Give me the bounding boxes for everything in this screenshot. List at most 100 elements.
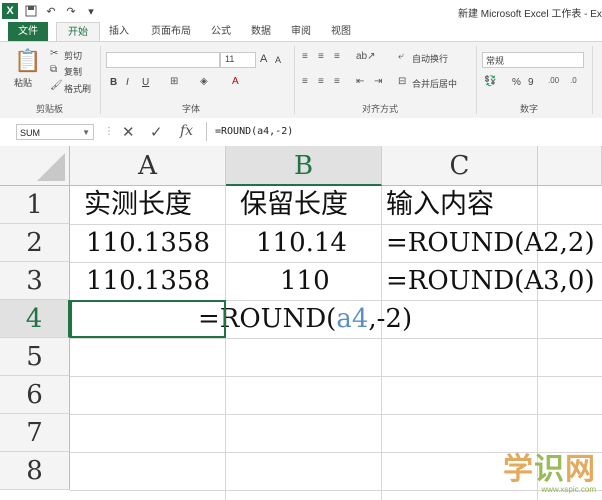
tab-insert[interactable]: 插入 bbox=[104, 22, 134, 41]
align-bottom-icon[interactable]: ≡ bbox=[334, 51, 340, 62]
cell-a1[interactable]: 实测长度 bbox=[84, 186, 192, 224]
more-icon: ⋮ bbox=[104, 126, 114, 137]
align-center-icon[interactable]: ≡ bbox=[318, 76, 324, 87]
cell-b2[interactable]: 110.14 bbox=[256, 224, 347, 262]
cut-icon[interactable]: ✂ bbox=[50, 48, 58, 59]
underline-button[interactable]: U bbox=[142, 77, 149, 88]
redo-icon[interactable]: ↷ bbox=[64, 4, 78, 18]
align-right-icon[interactable]: ≡ bbox=[334, 76, 340, 87]
enter-check-icon[interactable]: ✓ bbox=[150, 123, 163, 141]
fill-color-icon[interactable]: ◈ bbox=[200, 76, 208, 87]
merge-center-icon[interactable]: ⊟ bbox=[398, 76, 406, 87]
column-header-d[interactable] bbox=[538, 146, 602, 186]
paste-button[interactable]: 粘贴 bbox=[14, 76, 32, 89]
row-header-3[interactable]: 3 bbox=[0, 262, 70, 300]
format-painter-icon[interactable]: 🖌 bbox=[50, 80, 63, 91]
group-divider bbox=[592, 46, 593, 114]
gridline bbox=[70, 338, 602, 339]
number-format-select[interactable]: 常规 bbox=[482, 52, 584, 68]
column-header-c[interactable]: C bbox=[382, 146, 538, 186]
tab-view[interactable]: 视图 bbox=[326, 22, 356, 41]
insert-function-icon[interactable]: fx bbox=[180, 123, 193, 139]
percent-button[interactable]: % bbox=[512, 77, 521, 88]
formula-input[interactable]: =ROUND(a4,-2) bbox=[206, 122, 602, 141]
increase-indent-icon[interactable]: ⇥ bbox=[374, 76, 382, 87]
tab-formulas[interactable]: 公式 bbox=[206, 22, 236, 41]
increase-decimal-icon[interactable]: .00 bbox=[548, 76, 559, 85]
row-header-8[interactable]: 8 bbox=[0, 452, 70, 490]
copy-button[interactable]: 复制 bbox=[64, 65, 82, 78]
name-box[interactable]: SUM ▼ bbox=[16, 124, 94, 140]
cell-c1[interactable]: 输入内容 bbox=[386, 186, 494, 224]
merge-center-button[interactable]: 合并后居中 bbox=[412, 77, 457, 90]
tab-data[interactable]: 数据 bbox=[246, 22, 276, 41]
formula-suffix: ,-2) bbox=[368, 304, 413, 334]
tab-review[interactable]: 审阅 bbox=[286, 22, 316, 41]
align-top-icon[interactable]: ≡ bbox=[302, 51, 308, 62]
font-size-value: 11 bbox=[225, 54, 235, 64]
formula-bar: SUM ▼ ⋮ ✕ ✓ fx =ROUND(a4,-2) bbox=[0, 118, 602, 147]
name-box-value: SUM bbox=[20, 128, 40, 138]
ribbon: 📋 粘贴 ✂ 剪切 ⧉ 复制 🖌 格式刷 剪贴板 11 A A B I U ⊞ … bbox=[0, 41, 602, 120]
align-middle-icon[interactable]: ≡ bbox=[318, 51, 324, 62]
cell-a2[interactable]: 110.1358 bbox=[86, 224, 210, 262]
row-header-4[interactable]: 4 bbox=[0, 300, 70, 338]
shrink-font-button[interactable]: A bbox=[275, 55, 281, 65]
watermark-url: www.xspic.com bbox=[541, 485, 596, 494]
currency-icon[interactable]: 💱 bbox=[484, 76, 496, 87]
window-title: 新建 Microsoft Excel 工作表 - Exc bbox=[458, 9, 602, 20]
ribbon-tabs: 文件 开始 插入 页面布局 公式 数据 审阅 视图 bbox=[0, 22, 602, 41]
cell-a4-editor[interactable]: =ROUND(a4,-2) bbox=[198, 300, 412, 338]
quick-access-toolbar: X ↶ ↷ ▾ bbox=[2, 3, 98, 19]
column-header-a[interactable]: A bbox=[70, 146, 226, 186]
row-header-1[interactable]: 1 bbox=[0, 186, 70, 224]
font-name-select[interactable] bbox=[106, 52, 220, 68]
cancel-icon[interactable]: ✕ bbox=[122, 123, 135, 141]
cell-reference: a4 bbox=[336, 304, 369, 334]
wrap-text-icon[interactable]: ⤶ bbox=[398, 51, 404, 62]
decrease-indent-icon[interactable]: ⇤ bbox=[356, 76, 364, 87]
number-format-value: 常规 bbox=[486, 56, 505, 66]
tab-file[interactable]: 文件 bbox=[8, 22, 48, 41]
align-left-icon[interactable]: ≡ bbox=[302, 76, 308, 87]
italic-button[interactable]: I bbox=[126, 77, 129, 88]
watermark-logo: 学识网 bbox=[503, 453, 596, 486]
orientation-icon[interactable]: ab↗ bbox=[356, 51, 376, 62]
borders-icon[interactable]: ⊞ bbox=[170, 76, 178, 87]
cell-a3[interactable]: 110.1358 bbox=[86, 262, 210, 300]
cell-c2[interactable]: =ROUND(A2,2) bbox=[386, 224, 595, 262]
chevron-down-icon[interactable]: ▼ bbox=[82, 125, 90, 141]
gridline bbox=[70, 414, 602, 415]
paste-icon[interactable]: 📋 bbox=[14, 48, 41, 74]
tab-page-layout[interactable]: 页面布局 bbox=[146, 22, 196, 41]
cell-b3[interactable]: 110 bbox=[280, 262, 330, 300]
undo-icon[interactable]: ↶ bbox=[44, 4, 58, 18]
row-header-7[interactable]: 7 bbox=[0, 414, 70, 452]
grow-font-button[interactable]: A bbox=[260, 53, 267, 65]
row-header-6[interactable]: 6 bbox=[0, 376, 70, 414]
gridline bbox=[70, 376, 602, 377]
cell-b1[interactable]: 保留长度 bbox=[240, 186, 348, 224]
active-cell-border bbox=[70, 300, 226, 338]
clipboard-group-label: 剪贴板 bbox=[36, 104, 64, 114]
wrap-text-button[interactable]: 自动换行 bbox=[412, 52, 448, 65]
copy-icon[interactable]: ⧉ bbox=[50, 64, 57, 75]
bold-button[interactable]: B bbox=[110, 77, 117, 88]
number-group-label: 数字 bbox=[520, 104, 539, 114]
row-header-2[interactable]: 2 bbox=[0, 224, 70, 262]
font-color-icon[interactable]: A bbox=[232, 76, 239, 87]
tab-home[interactable]: 开始 bbox=[56, 22, 100, 41]
select-all-corner[interactable] bbox=[0, 146, 70, 186]
save-icon[interactable] bbox=[24, 4, 38, 18]
row-header-5[interactable]: 5 bbox=[0, 338, 70, 376]
cell-c3[interactable]: =ROUND(A3,0) bbox=[386, 262, 595, 300]
cut-button[interactable]: 剪切 bbox=[64, 49, 82, 62]
group-divider bbox=[100, 46, 101, 114]
font-size-select[interactable]: 11 bbox=[220, 52, 256, 68]
decrease-decimal-icon[interactable]: .0 bbox=[570, 76, 577, 85]
format-painter-button[interactable]: 格式刷 bbox=[64, 82, 91, 95]
column-header-b[interactable]: B bbox=[226, 146, 382, 186]
customize-qat-icon[interactable]: ▾ bbox=[84, 4, 98, 18]
comma-style-button[interactable]: 9 bbox=[528, 77, 534, 88]
excel-logo-icon: X bbox=[2, 3, 18, 19]
